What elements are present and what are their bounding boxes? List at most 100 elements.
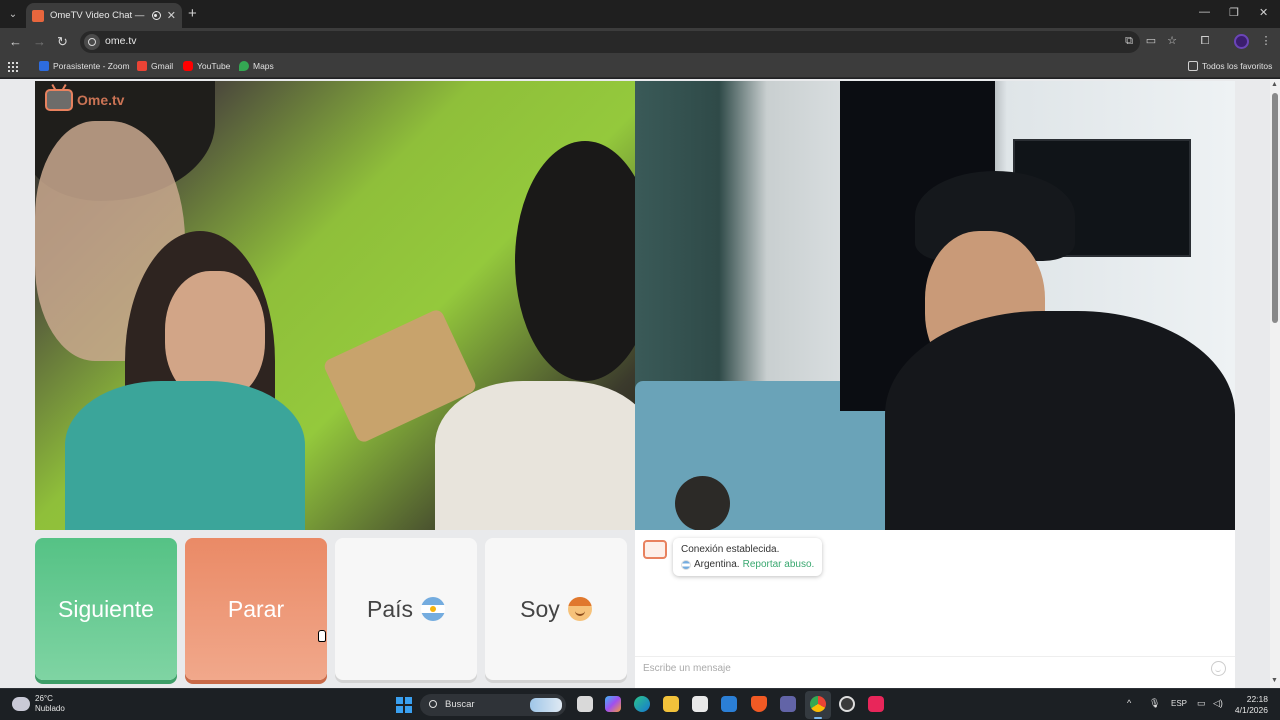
window-close-icon[interactable]: ✕ [1259,6,1268,19]
brave-icon[interactable] [751,696,767,712]
new-tab-icon[interactable]: + [188,5,197,22]
all-bookmarks[interactable]: Todos los favoritos [1188,61,1272,71]
mouse-cursor-icon [318,630,326,642]
network-icon[interactable]: ▭ [1197,698,1206,709]
extensions-icon[interactable]: ⧠ [1199,35,1211,47]
bookmarks-bar: Porasistente - Zoom Gmail YouTube Maps T… [0,56,1280,78]
forward-icon[interactable]: → [33,34,46,50]
menu-kebab-icon[interactable]: ⋮ [1260,35,1272,47]
taskbar-search[interactable]: Buscar [420,694,566,716]
argentina-flag-icon [421,597,446,621]
address-bar[interactable]: ome.tv [80,31,1140,53]
page-viewport: Ome.tv Siguiente Parar País Soy Conexión… [0,79,1270,688]
language-indicator[interactable]: ESP [1171,699,1187,708]
temperature: 26°C [35,694,53,703]
mail-icon[interactable] [721,696,737,712]
bookmark-youtube[interactable]: YouTube [183,61,230,71]
windows-start-icon[interactable] [396,697,412,713]
zoom-icon [39,61,49,71]
country-button-label: País [366,595,414,622]
cast-icon[interactable]: ▭ [1145,35,1157,47]
tray-overflow-icon[interactable]: ^ [1127,698,1131,708]
logo-text: Ome.tv [77,92,125,108]
scroll-down-icon[interactable]: ▼ [1271,677,1278,684]
page-scrollbar[interactable]: ▲ ▼ [1270,79,1280,688]
ometv-tv-icon [45,89,73,111]
bookmark-label: YouTube [197,61,231,71]
system-message: Conexión establecida. Argentina. Reporta… [643,538,823,576]
argentina-flag-icon [681,559,691,570]
connection-status: Conexión establecida. [681,544,780,555]
chrome-icon[interactable] [810,696,826,712]
scroll-thumb[interactable] [1272,93,1278,323]
translate-icon[interactable]: ⧉ [1123,35,1135,47]
search-label: Buscar [445,699,475,710]
stop-button[interactable]: Parar [185,538,327,680]
chrome-active-indicator [814,717,822,719]
recording-indicator-icon [151,11,161,20]
search-icon [429,700,437,708]
tab-strip: ⌄ OmeTV Video Chat — Ome ✕ + — ❐ ✕ [0,0,1280,28]
url-text: ome.tv [105,35,137,47]
chat-input-row [635,656,1235,680]
ometv-favicon-icon [32,9,44,22]
minimize-icon[interactable]: — [1199,6,1210,18]
copilot-icon[interactable] [605,696,621,712]
gender-button[interactable]: Soy [485,538,627,680]
self-video [635,81,1235,530]
stop-button-label: Parar [227,595,285,622]
restore-icon[interactable]: ❐ [1229,6,1239,19]
tab-title: OmeTV Video Chat — Ome [50,10,146,21]
folder-icon [1188,61,1198,71]
bookmark-maps[interactable]: Maps [239,61,274,71]
gmail-icon [137,61,147,71]
store-icon[interactable] [692,696,708,712]
bookmark-zoom[interactable]: Porasistente - Zoom [39,61,130,71]
message-bubble: Conexión establecida. Argentina. Reporta… [673,538,823,576]
tab-search-icon[interactable]: ⌄ [4,5,22,23]
tab-close-icon[interactable]: ✕ [167,9,176,22]
youtube-icon [183,61,193,71]
weather-widget[interactable]: 26°C Nublado [9,693,65,714]
emoji-icon[interactable] [1211,661,1226,676]
country-filter-button[interactable]: País [335,538,477,680]
teams-icon[interactable] [780,696,796,712]
active-tab[interactable]: OmeTV Video Chat — Ome ✕ [26,3,182,28]
profile-avatar[interactable] [1234,34,1249,49]
bookmark-star-icon[interactable]: ☆ [1166,35,1178,47]
gender-button-label: Soy [520,595,560,622]
clock-time: 22:18 [1246,694,1268,704]
next-button[interactable]: Siguiente [35,538,177,680]
back-icon[interactable]: ← [9,34,22,50]
bookmark-label: Maps [253,61,274,71]
browser-toolbar: ← → ↻ ome.tv ⧉ ▭ ☆ ⧠ ⋮ [0,28,1280,56]
microphone-icon[interactable]: 🎙 [1149,698,1160,709]
report-abuse-link[interactable]: Reportar abuso. [743,557,815,572]
scroll-up-icon[interactable]: ▲ [1271,81,1278,88]
boy-face-icon [567,597,592,621]
ometv-avatar-icon [643,540,667,559]
maps-pin-icon [239,61,249,71]
site-info-icon[interactable] [84,34,100,50]
ometv-logo: Ome.tv [45,89,124,111]
tiktok-icon[interactable] [868,696,884,712]
message-input[interactable] [643,663,1203,674]
weather-condition: Nublado [35,704,65,713]
edge-icon[interactable] [634,696,650,712]
reload-icon[interactable]: ↻ [57,34,68,50]
task-view-icon[interactable] [577,696,593,712]
stranger-video: Ome.tv [35,81,635,530]
clock-date: 4/1/2026 [1234,705,1268,715]
volume-icon[interactable]: ◁) [1213,698,1223,709]
all-bookmarks-label: Todos los favoritos [1202,61,1273,71]
chat-panel: Conexión establecida. Argentina. Reporta… [635,530,1235,688]
apps-grid-icon[interactable] [8,62,18,72]
bookmark-label: Gmail [151,61,174,71]
search-highlight-icon [530,698,562,712]
bookmark-label: Porasistente - Zoom [53,61,130,71]
bookmark-gmail[interactable]: Gmail [137,61,173,71]
windows-taskbar: 26°C Nublado Buscar ^ 🎙 ESP ▭ ◁) 22:18 4… [0,688,1280,720]
obs-icon[interactable] [839,696,855,712]
system-clock[interactable]: 22:18 4/1/2026 [1232,694,1268,716]
file-explorer-icon[interactable] [663,696,679,712]
